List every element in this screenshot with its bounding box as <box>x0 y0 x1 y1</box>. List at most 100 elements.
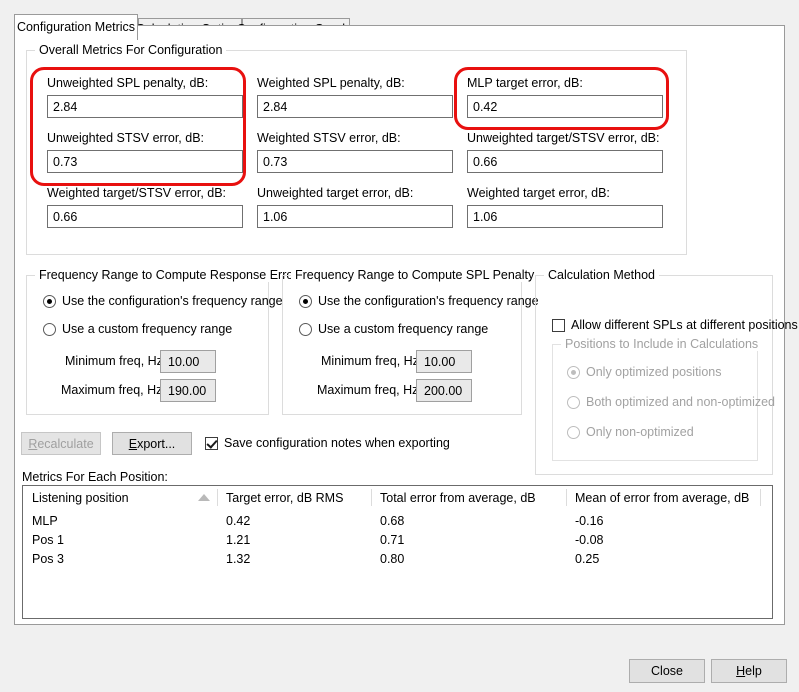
radio-label: Both optimized and non-optimized <box>586 395 776 409</box>
cell-listening-position: MLP <box>32 513 58 528</box>
radio-indicator <box>567 395 580 409</box>
configuration-metrics-dialog: Configuration Metrics Calculation Option… <box>0 0 799 692</box>
label-response-min-freq: Minimum freq, Hz: <box>65 354 167 368</box>
radio-label: Use the configuration's frequency range <box>62 294 283 308</box>
input-weighted-stsv-error[interactable]: 0.73 <box>257 150 453 173</box>
label-weighted-stsv-error: Weighted STSV error, dB: <box>257 131 401 145</box>
radio-both-optimized-and-non-optimized[interactable]: Both optimized and non-optimized <box>567 395 775 409</box>
table-row[interactable]: Pos 3 1.32 0.80 0.25 <box>23 549 772 568</box>
calculation-method-group: Calculation Method Allow different SPLs … <box>535 268 798 475</box>
input-weighted-target-stsv-error[interactable]: 0.66 <box>47 205 243 228</box>
metrics-table[interactable]: Listening position Target error, dB RMS … <box>22 485 773 619</box>
input-mlp-target-error[interactable]: 0.42 <box>467 95 663 118</box>
radio-label: Only non-optimized <box>586 425 694 439</box>
input-weighted-spl-penalty[interactable]: 2.84 <box>257 95 453 118</box>
cell-target-error: 1.21 <box>226 532 251 547</box>
input-spl-max-freq[interactable]: 200.00 <box>416 379 472 402</box>
cell-target-error: 0.42 <box>226 513 251 528</box>
radio-label: Use the configuration's frequency range <box>318 294 539 308</box>
overall-metrics-group-title: Overall Metrics For Configuration <box>35 43 227 57</box>
cell-mean-error: 0.25 <box>575 551 600 566</box>
radio-indicator <box>299 294 312 308</box>
input-response-min-freq[interactable]: 10.00 <box>160 350 216 373</box>
radio-indicator <box>43 294 56 308</box>
table-row[interactable]: MLP 0.42 0.68 -0.16 <box>23 511 772 530</box>
column-header-total-error-from-average[interactable]: Total error from average, dB <box>380 486 536 509</box>
radio-only-optimized-positions[interactable]: Only optimized positions <box>567 365 721 379</box>
overall-metrics-group: Overall Metrics For Configuration Unweig… <box>26 43 687 255</box>
cell-mean-error: -0.16 <box>575 513 604 528</box>
column-divider[interactable] <box>371 489 372 506</box>
radio-response-custom-range[interactable]: Use a custom frequency range <box>43 322 232 336</box>
column-divider[interactable] <box>760 489 761 506</box>
calculation-method-group-title: Calculation Method <box>544 268 660 282</box>
radio-only-non-optimized[interactable]: Only non-optimized <box>567 425 694 439</box>
input-unweighted-stsv-error[interactable]: 0.73 <box>47 150 243 173</box>
label-unweighted-target-stsv-error: Unweighted target/STSV error, dB: <box>467 131 660 145</box>
input-unweighted-spl-penalty[interactable]: 2.84 <box>47 95 243 118</box>
tab-configuration-metrics[interactable]: Configuration Metrics <box>14 14 138 40</box>
radio-indicator <box>43 322 56 336</box>
radio-indicator <box>299 322 312 336</box>
positions-group-title: Positions to Include in Calculations <box>561 337 763 351</box>
help-button-label: Help <box>736 664 762 678</box>
checkbox-indicator <box>205 436 218 450</box>
tab-page-configuration-metrics: Overall Metrics For Configuration Unweig… <box>14 25 798 625</box>
metrics-table-caption: Metrics For Each Position: <box>22 470 168 484</box>
label-weighted-target-stsv-error: Weighted target/STSV error, dB: <box>47 186 227 200</box>
column-divider[interactable] <box>217 489 218 506</box>
label-weighted-target-error: Weighted target error, dB: <box>467 186 610 200</box>
checkbox-save-configuration-notes[interactable]: Save configuration notes when exporting <box>205 436 450 450</box>
radio-label: Only optimized positions <box>586 365 722 379</box>
cell-listening-position: Pos 1 <box>32 532 64 547</box>
radio-label: Use a custom frequency range <box>318 322 489 336</box>
positions-to-include-group: Positions to Include in Calculations Onl… <box>552 337 775 461</box>
sort-ascending-icon <box>198 494 210 501</box>
checkbox-indicator <box>552 318 565 332</box>
label-weighted-spl-penalty: Weighted SPL penalty, dB: <box>257 76 405 90</box>
label-unweighted-stsv-error: Unweighted STSV error, dB: <box>47 131 205 145</box>
close-button-label: Close <box>651 664 683 678</box>
cell-total-error: 0.71 <box>380 532 405 547</box>
radio-indicator <box>567 365 580 379</box>
checkbox-label: Save configuration notes when exporting <box>224 436 450 450</box>
table-row[interactable]: Pos 1 1.21 0.71 -0.08 <box>23 530 772 549</box>
input-unweighted-target-error[interactable]: 1.06 <box>257 205 453 228</box>
cell-target-error: 1.32 <box>226 551 251 566</box>
label-unweighted-target-error: Unweighted target error, dB: <box>257 186 414 200</box>
response-errors-group-title: Frequency Range to Compute Response Erro… <box>35 268 308 282</box>
recalculate-button[interactable]: Recalculate <box>21 432 101 455</box>
input-response-max-freq[interactable]: 190.00 <box>160 379 216 402</box>
export-button[interactable]: Export... <box>112 432 192 455</box>
cell-listening-position: Pos 3 <box>32 551 64 566</box>
table-header-row: Listening position Target error, dB RMS … <box>23 486 772 509</box>
radio-spl-custom-range[interactable]: Use a custom frequency range <box>299 322 488 336</box>
cell-mean-error: -0.08 <box>575 532 604 547</box>
label-mlp-target-error: MLP target error, dB: <box>467 76 583 90</box>
radio-spl-config-range[interactable]: Use the configuration's frequency range <box>299 294 539 308</box>
export-button-label: Export... <box>128 436 176 451</box>
radio-response-config-range[interactable]: Use the configuration's frequency range <box>43 294 283 308</box>
column-header-target-error[interactable]: Target error, dB RMS <box>226 486 343 509</box>
cell-total-error: 0.80 <box>380 551 405 566</box>
column-divider[interactable] <box>566 489 567 506</box>
cell-total-error: 0.68 <box>380 513 405 528</box>
help-button[interactable]: Help <box>711 659 787 683</box>
spl-penalty-frequency-group: Frequency Range to Compute SPL Penalty U… <box>282 268 539 415</box>
checkbox-allow-different-spls[interactable]: Allow different SPLs at different positi… <box>552 318 798 332</box>
input-spl-min-freq[interactable]: 10.00 <box>416 350 472 373</box>
close-button[interactable]: Close <box>629 659 705 683</box>
radio-label: Use a custom frequency range <box>62 322 233 336</box>
checkbox-label: Allow different SPLs at different positi… <box>571 318 798 332</box>
tab-label: Configuration Metrics <box>16 20 136 35</box>
response-errors-frequency-group: Frequency Range to Compute Response Erro… <box>26 268 308 415</box>
spl-penalty-group-title: Frequency Range to Compute SPL Penalty <box>291 268 539 282</box>
column-header-mean-of-error-from-average[interactable]: Mean of error from average, dB <box>575 486 749 509</box>
radio-indicator <box>567 425 580 439</box>
input-weighted-target-error[interactable]: 1.06 <box>467 205 663 228</box>
label-spl-max-freq: Maximum freq, Hz: <box>317 383 422 397</box>
input-unweighted-target-stsv-error[interactable]: 0.66 <box>467 150 663 173</box>
label-unweighted-spl-penalty: Unweighted SPL penalty, dB: <box>47 76 209 90</box>
column-header-listening-position[interactable]: Listening position <box>32 486 129 509</box>
recalculate-button-label: Recalculate <box>28 436 94 451</box>
